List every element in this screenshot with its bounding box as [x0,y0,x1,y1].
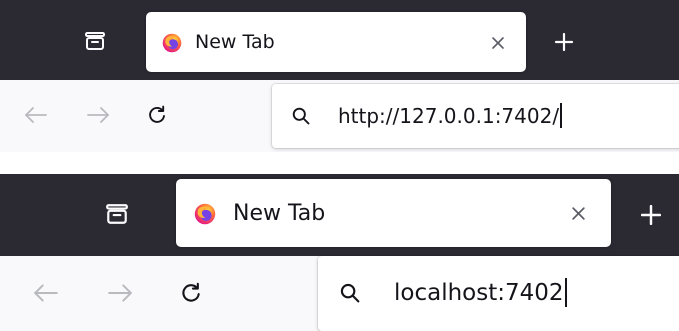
browser-window-top: New Tab http://127.0.0.1:7402/ [0,0,679,152]
tab-new-tab[interactable]: New Tab [176,179,611,247]
navigation-toolbar: localhost:7402 [0,256,679,331]
tab-bar: New Tab [0,174,679,256]
close-tab-button[interactable] [571,206,586,225]
url-text: http://127.0.0.1:7402/ [338,104,560,128]
browser-window-bottom: New Tab localhost:7402 [0,174,679,331]
firefox-logo-icon [162,33,182,53]
close-icon [492,37,504,49]
address-bar[interactable]: localhost:7402 [318,256,679,331]
text-caret [560,103,563,128]
arrow-left-icon [25,107,47,123]
url-input[interactable]: http://127.0.0.1:7402/ [338,103,563,129]
arrow-right-icon [87,107,109,123]
search-icon [340,283,360,303]
forward-button[interactable] [107,283,133,307]
forward-button[interactable] [86,106,110,128]
arrow-left-icon [34,284,58,302]
firefox-logo-icon [194,203,216,225]
back-button[interactable] [33,283,59,307]
new-tab-button[interactable] [640,204,662,229]
list-all-tabs-icon [106,204,128,224]
text-caret [564,278,567,307]
close-tab-button[interactable] [491,35,505,54]
address-bar[interactable]: http://127.0.0.1:7402/ [272,84,679,148]
divider [0,152,679,174]
tab-title: New Tab [233,201,326,226]
tab-title: New Tab [195,31,275,53]
reload-icon [149,105,165,123]
reload-button[interactable] [180,282,202,308]
list-all-tabs-button[interactable] [84,31,106,55]
reload-button[interactable] [147,105,167,129]
navigation-toolbar: http://127.0.0.1:7402/ [0,80,679,152]
list-all-tabs-icon [85,32,105,50]
tab-new-tab[interactable]: New Tab [146,12,526,72]
reload-icon [182,282,200,302]
url-text: localhost:7402 [394,280,564,306]
list-all-tabs-button[interactable] [105,203,129,229]
back-button[interactable] [24,106,48,128]
tab-bar: New Tab [0,0,679,80]
arrow-right-icon [108,284,132,302]
new-tab-button[interactable] [554,32,574,55]
plus-icon [640,204,662,226]
search-icon [292,107,310,125]
plus-icon [554,32,574,52]
close-icon [572,207,585,220]
url-input[interactable]: localhost:7402 [394,278,567,308]
